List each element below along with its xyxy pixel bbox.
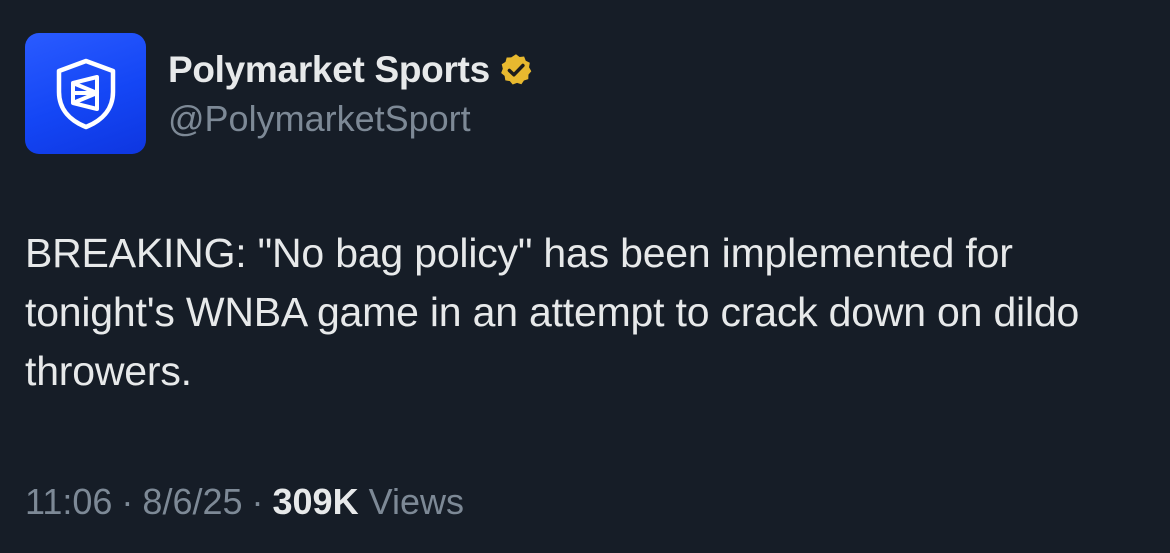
tweet-text: BREAKING: "No bag policy" has been imple… (25, 230, 1080, 394)
views-label[interactable]: Views (369, 481, 464, 523)
display-name[interactable]: Polymarket Sports (168, 49, 490, 91)
user-handle[interactable]: @PolymarketSport (168, 98, 471, 140)
avatar[interactable] (25, 33, 146, 154)
author-name-row[interactable]: Polymarket Sports (168, 48, 534, 92)
tweet-card: Polymarket Sports @PolymarketSport BREAK… (0, 0, 1170, 553)
views-count[interactable]: 309K (273, 481, 359, 523)
shield-logo-icon (56, 58, 115, 129)
meta-separator: · (121, 481, 134, 522)
tweet-time[interactable]: 11:06 (25, 481, 112, 523)
tweet-date[interactable]: 8/6/25 (142, 481, 242, 523)
tweet-meta: 11:06 · 8/6/25 · 309K Views (25, 481, 464, 523)
meta-separator: · (251, 481, 264, 522)
verified-badge-icon[interactable] (498, 52, 534, 88)
